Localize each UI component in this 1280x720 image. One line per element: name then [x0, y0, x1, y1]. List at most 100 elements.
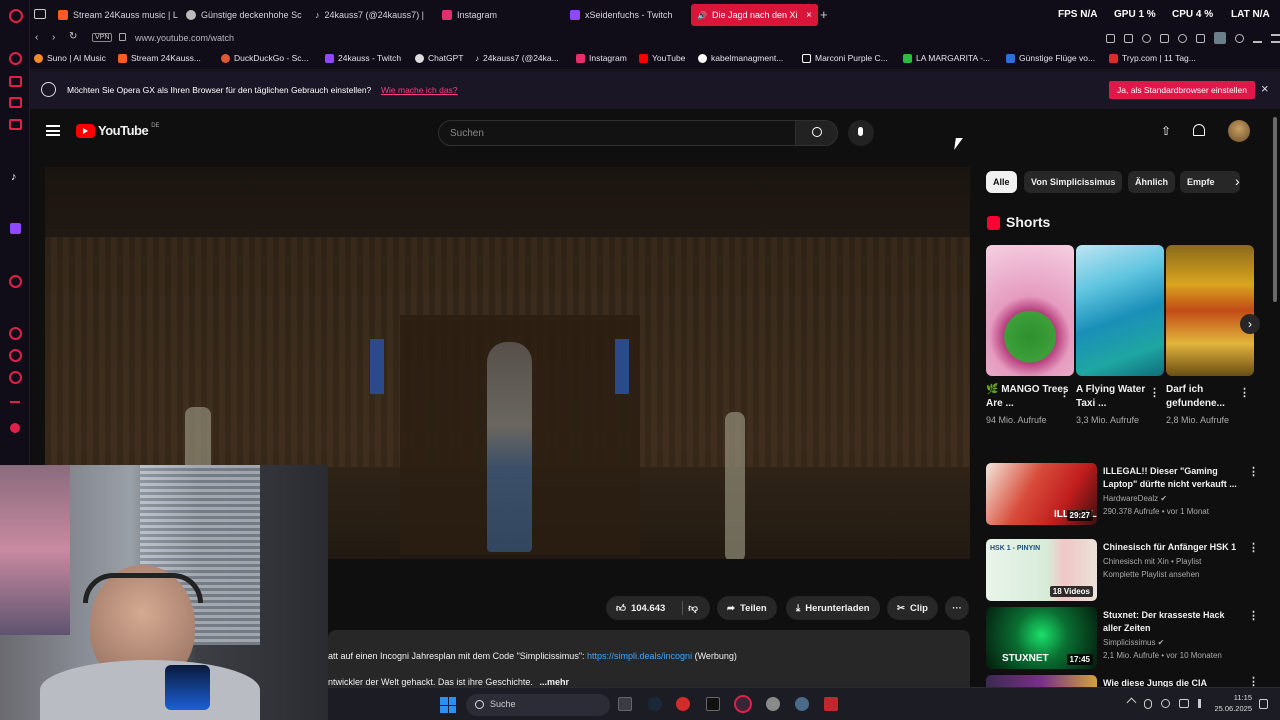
bookmark-item[interactable]: ChatGPT [415, 53, 463, 63]
app-icon[interactable] [676, 697, 690, 711]
bookmark-item[interactable]: kabelmanagment... [698, 53, 783, 63]
bookmark-item[interactable]: DuckDuckGo - Sc... [221, 53, 309, 63]
bookmark-item[interactable]: Tryp.com | 11 Tag... [1109, 53, 1196, 63]
opera-gx-icon[interactable] [734, 695, 752, 713]
history-icon[interactable] [9, 327, 22, 340]
short-card[interactable]: Darf ich gefundene... 2,8 Mio. Aufrufe [1166, 245, 1254, 427]
microphone-icon[interactable] [1144, 699, 1152, 709]
more-actions-button[interactable]: ··· [945, 596, 969, 620]
short-menu-icon[interactable]: ⋮ [1239, 386, 1250, 399]
video-menu-icon[interactable]: ⋮ [1248, 465, 1259, 478]
page-scrollbar[interactable] [1273, 117, 1277, 302]
search-input[interactable]: Suchen [438, 120, 796, 146]
bookmark-item[interactable]: LA MARGARITA -... [903, 53, 990, 63]
steam-icon[interactable] [648, 697, 662, 711]
banner-help-link[interactable]: Wie mache ich das? [381, 85, 458, 95]
vpn-badge[interactable]: VPN [92, 33, 113, 42]
notifications-bell-icon[interactable] [1193, 124, 1205, 136]
forward-icon[interactable]: › [52, 32, 55, 43]
tab-stream[interactable]: Stream 24Kauss music | L [52, 4, 192, 26]
pin-icon[interactable] [1106, 34, 1115, 43]
recommended-video[interactable]: STUXNET 17:45 Stuxnet: Der krasseste Hack… [986, 607, 1276, 673]
twitch-icon[interactable] [10, 223, 21, 234]
opera-logo-icon[interactable] [9, 9, 23, 23]
recommended-video[interactable]: Wie diese Jungs die CIA ⋮ [986, 675, 1276, 687]
like-button[interactable]: 👍︎ 104.643 👎︎ [606, 596, 710, 620]
task-view-icon[interactable] [618, 697, 632, 711]
show-more-link[interactable]: ...mehr [539, 677, 569, 687]
download-icon[interactable] [1253, 34, 1262, 43]
new-tab-button[interactable]: + [820, 7, 828, 22]
set-default-button[interactable]: Ja, als Standardbrowser einstellen [1109, 81, 1255, 99]
video-menu-icon[interactable]: ⋮ [1248, 609, 1259, 622]
bookmark-item[interactable]: Suno | AI Music [34, 53, 106, 63]
chip-all[interactable]: Alle [986, 171, 1017, 193]
download-button[interactable]: ⤓ Herunterladen [786, 596, 880, 620]
upload-icon[interactable]: ⇧ [1161, 124, 1171, 138]
tab-instagram[interactable]: Instagram [436, 4, 564, 26]
windows-start-icon[interactable] [440, 697, 456, 713]
back-icon[interactable]: ‹ [35, 32, 38, 43]
player-icon[interactable] [1160, 34, 1169, 43]
recommended-playlist[interactable]: HSK 1 - PINYIN 18 Videos Chinesisch für A… [986, 539, 1276, 605]
tiktok-icon[interactable]: ♪ [11, 171, 17, 183]
profile-avatar[interactable] [1214, 32, 1226, 44]
short-card[interactable]: 🌿 MANGO Trees Are ... 94 Mio. Aufrufe [986, 245, 1074, 427]
extensions-icon[interactable] [9, 349, 22, 362]
notification-center-icon[interactable] [1259, 699, 1268, 709]
app-icon[interactable] [766, 697, 780, 711]
recommended-video[interactable]: ILLEGAL29:27 ILLEGAL!! Dieser "Gaming La… [986, 463, 1276, 529]
tab-tiktok[interactable]: ♪ 24kauss7 (@24kauss7) | [309, 4, 437, 26]
url-field[interactable]: www.youtube.com/watch [135, 33, 234, 43]
bookmark-item[interactable]: Stream 24Kauss... [118, 53, 201, 63]
settings-icon[interactable] [795, 697, 809, 711]
heart-icon[interactable] [1178, 34, 1187, 43]
speed-dial-icon[interactable] [9, 52, 22, 65]
more-icon[interactable] [10, 423, 20, 433]
bookmark-item[interactable]: Marconi Purple C... [802, 53, 888, 63]
short-menu-icon[interactable]: ⋮ [1149, 386, 1160, 399]
short-card[interactable]: A Flying Water Taxi ... 3,3 Mio. Aufrufe [1076, 245, 1164, 427]
share-button[interactable]: ➦ Teilen [717, 596, 777, 620]
bookmark-item[interactable]: Günstige Flüge vo... [1006, 53, 1095, 63]
tab-deckenhohe[interactable]: Günstige deckenhohe Sc [180, 4, 305, 26]
hamburger-menu-icon[interactable] [46, 125, 60, 136]
volume-icon[interactable] [1198, 699, 1208, 708]
vpn-shield-icon[interactable] [1142, 34, 1151, 43]
gx-control-icon[interactable] [9, 76, 22, 87]
workspaces-icon[interactable] [34, 9, 46, 19]
bookmark-item[interactable]: Instagram [576, 53, 627, 63]
bookmark-item[interactable]: 24kauss - Twitch [325, 53, 401, 63]
youtube-logo[interactable]: YouTube DE [76, 123, 160, 138]
view-playlist-link[interactable]: Komplette Playlist ansehen [1103, 570, 1200, 579]
snapshot-icon[interactable] [1124, 34, 1133, 43]
tab-twitch[interactable]: xSeidenfuchs - Twitch [564, 4, 690, 26]
video-channel[interactable]: Simplicissimus ✔ [1103, 638, 1164, 647]
playlist-channel[interactable]: Chinesisch mit Xin • Playlist [1103, 557, 1201, 566]
video-channel[interactable]: HardwareDealz ✔ [1103, 494, 1167, 503]
sponsor-link[interactable]: https://simpli.deals/incogni [587, 651, 692, 661]
clock[interactable]: 11:15 25.06.2025 [1208, 692, 1252, 714]
news-icon[interactable] [9, 119, 22, 130]
video-description[interactable]: att auf einen Incogni Jahresplan mit dem… [328, 630, 970, 690]
menu-icon[interactable] [1271, 34, 1280, 43]
taskbar-search[interactable]: Suche [466, 694, 610, 716]
display-icon[interactable] [1179, 699, 1189, 708]
player-icon[interactable] [9, 275, 22, 288]
extension-icon[interactable] [1235, 34, 1244, 43]
close-tab-icon[interactable]: × [806, 10, 812, 21]
reload-icon[interactable]: ↻ [69, 31, 77, 42]
video-menu-icon[interactable]: ⋮ [1248, 541, 1259, 554]
chip-from-channel[interactable]: Von Simplicissimus [1024, 171, 1123, 193]
bookmark-item[interactable]: ♪ 24kauss7 (@24ka... [475, 53, 559, 63]
account-avatar[interactable] [1228, 120, 1250, 142]
chevron-right-icon[interactable]: › [1235, 173, 1240, 189]
search-button[interactable] [795, 120, 838, 146]
tray-chevron-icon[interactable] [1126, 697, 1137, 708]
epic-games-icon[interactable] [706, 697, 720, 711]
short-menu-icon[interactable]: ⋮ [1059, 386, 1070, 399]
close-icon[interactable]: × [1261, 81, 1269, 96]
tab-active-video[interactable]: 🔊 Die Jagd nach den Xi × [691, 4, 818, 26]
extensions-icon[interactable] [1196, 34, 1205, 43]
chip-similar[interactable]: Ähnlich [1128, 171, 1175, 193]
